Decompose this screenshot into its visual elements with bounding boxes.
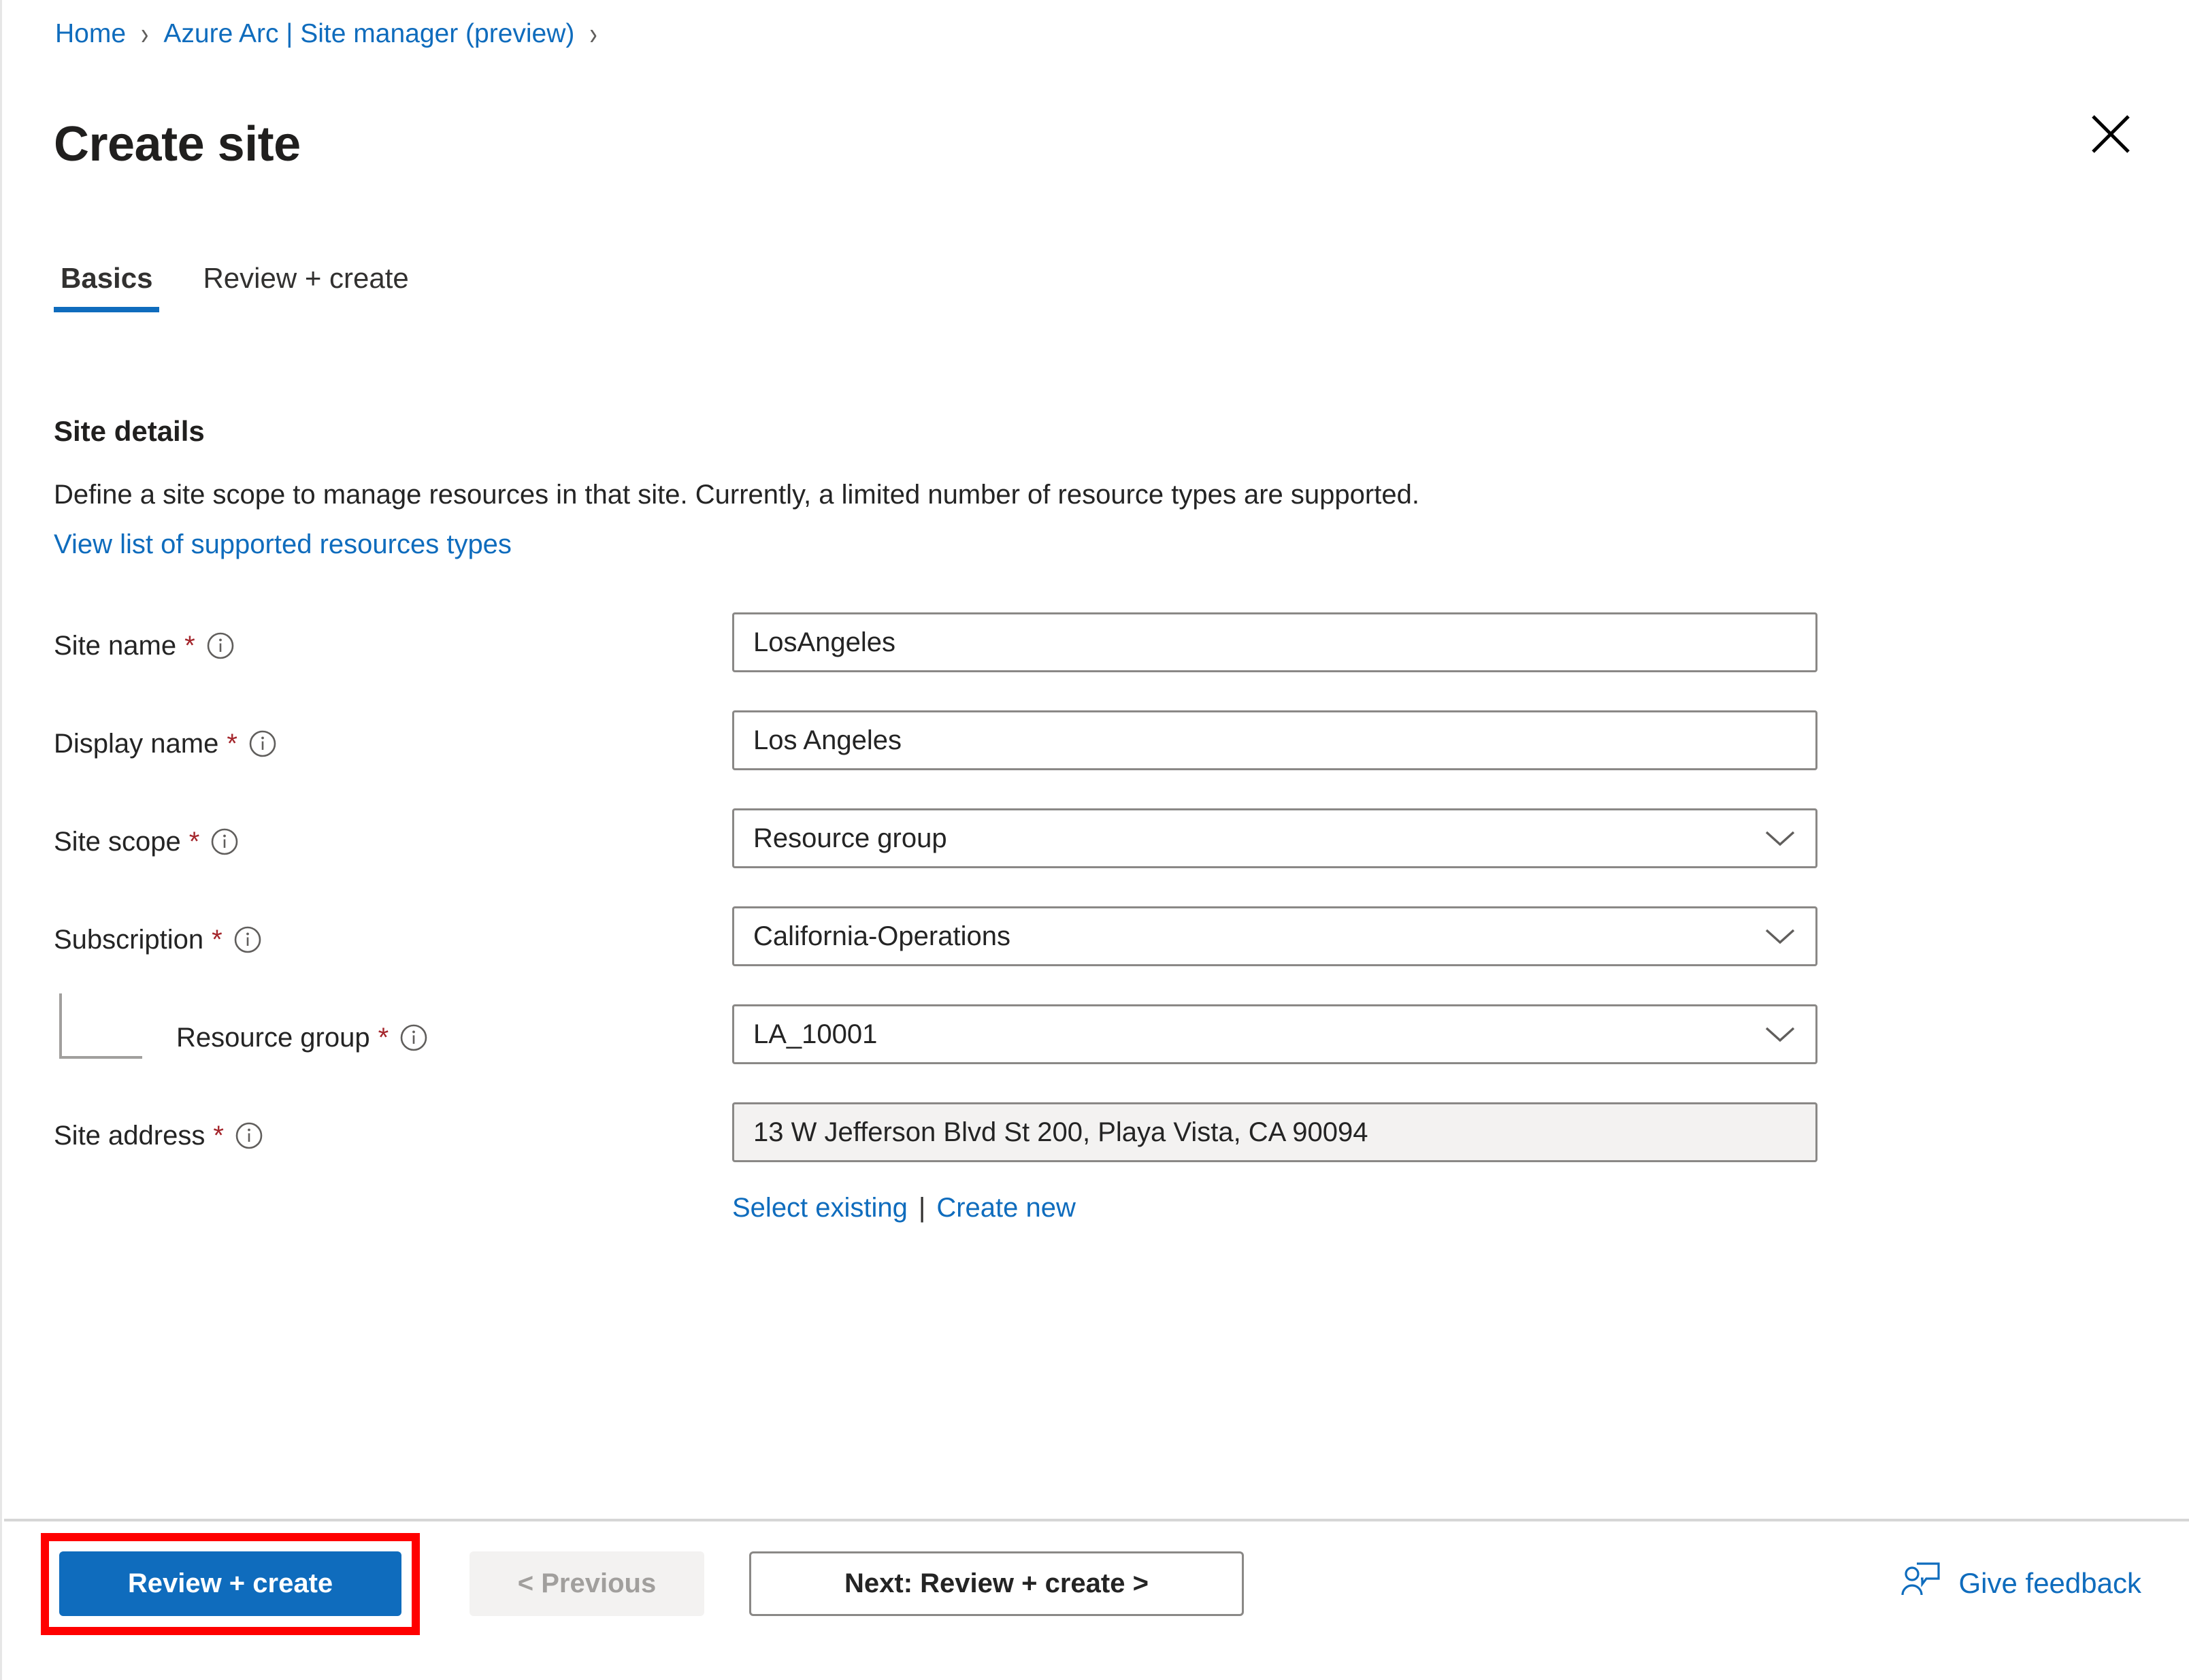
chevron-down-icon	[1764, 1024, 1796, 1044]
section-title-site-details: Site details	[54, 414, 205, 447]
required-marker: *	[188, 827, 200, 857]
breadcrumb-item-azure-arc-site-manager[interactable]: Azure Arc | Site manager (preview)	[163, 20, 574, 47]
label-site-scope: Site scope *	[54, 827, 239, 856]
site-scope-select[interactable]: Resource group	[732, 808, 1817, 868]
create-site-blade: Home › Azure Arc | Site manager (preview…	[0, 0, 2189, 1680]
required-marker: *	[212, 925, 223, 955]
give-feedback-label: Give feedback	[1958, 1567, 2142, 1599]
chevron-glyph	[1765, 929, 1795, 944]
info-glyph	[212, 828, 238, 855]
site-address-input[interactable]: 13 W Jefferson Blvd St 200, Playa Vista,…	[732, 1102, 1817, 1162]
view-supported-resource-types-link[interactable]: View list of supported resources types	[54, 531, 512, 558]
label-display-name-text: Display name	[54, 729, 219, 759]
create-new-link[interactable]: Create new	[936, 1194, 1076, 1221]
site-scope-value: Resource group	[753, 823, 947, 853]
info-icon[interactable]	[233, 925, 262, 954]
info-icon[interactable]	[248, 729, 277, 758]
resource-group-value: LA_10001	[753, 1019, 878, 1049]
person-feedback-glyph	[1900, 1562, 1940, 1596]
info-glyph	[249, 730, 276, 757]
section-description: Define a site scope to manage resources …	[54, 480, 1419, 510]
site-address-value: 13 W Jefferson Blvd St 200, Playa Vista,…	[753, 1117, 1368, 1147]
breadcrumb: Home › Azure Arc | Site manager (preview…	[55, 16, 612, 52]
label-display-name: Display name *	[54, 729, 277, 758]
form-row-site-address: Site address * 13 W Jefferson Blvd St 20…	[2, 1102, 2189, 1200]
tab-review-create[interactable]: Review + create	[196, 262, 415, 312]
required-marker: *	[378, 1023, 389, 1053]
site-name-input[interactable]: LosAngeles	[732, 612, 1817, 672]
close-glyph	[2092, 115, 2130, 153]
info-glyph	[400, 1024, 427, 1051]
info-glyph	[235, 1122, 263, 1149]
site-details-form: Site name * LosAngeles Display name * Lo…	[2, 612, 2189, 1221]
label-resource-group: Resource group *	[176, 1023, 428, 1052]
display-name-input[interactable]: Los Angeles	[732, 710, 1817, 770]
label-site-address-text: Site address	[54, 1121, 205, 1151]
form-row-display-name: Display name * Los Angeles	[2, 710, 2189, 808]
person-feedback-icon	[1900, 1561, 1943, 1606]
previous-button: < Previous	[470, 1551, 704, 1616]
breadcrumb-separator-icon: ›	[141, 16, 149, 52]
label-site-address: Site address *	[54, 1121, 263, 1150]
required-marker: *	[184, 631, 195, 661]
info-glyph	[234, 926, 261, 953]
next-review-create-button[interactable]: Next: Review + create >	[749, 1551, 1244, 1616]
info-icon[interactable]	[399, 1023, 428, 1052]
review-create-button[interactable]: Review + create	[59, 1551, 401, 1616]
info-icon[interactable]	[235, 1121, 263, 1150]
label-site-name: Site name *	[54, 631, 235, 660]
tab-list: Basics Review + create	[54, 262, 452, 312]
label-resource-group-text: Resource group	[176, 1023, 370, 1053]
chevron-down-icon	[1764, 926, 1796, 946]
link-separator: |	[918, 1193, 926, 1223]
required-marker: *	[227, 729, 237, 759]
label-subscription: Subscription *	[54, 925, 262, 954]
footer-bar: Review + create < Previous Next: Review …	[2, 1521, 2189, 1680]
info-icon[interactable]	[206, 631, 235, 660]
chevron-glyph	[1765, 1027, 1795, 1042]
display-name-value: Los Angeles	[753, 725, 902, 755]
subscription-value: California-Operations	[753, 921, 1010, 951]
info-glyph	[207, 632, 233, 659]
close-icon[interactable]	[2079, 102, 2143, 166]
chevron-glyph	[1765, 831, 1795, 846]
page-title: Create site	[54, 117, 301, 172]
select-existing-link[interactable]: Select existing	[732, 1194, 908, 1221]
chevron-down-icon	[1764, 828, 1796, 849]
resource-group-select[interactable]: LA_10001	[732, 1004, 1817, 1064]
breadcrumb-item-home[interactable]: Home	[55, 20, 126, 47]
form-row-site-name: Site name * LosAngeles	[2, 612, 2189, 710]
form-row-subscription: Subscription * California-Operations	[2, 906, 2189, 1004]
info-icon[interactable]	[210, 827, 239, 856]
label-site-scope-text: Site scope	[54, 827, 181, 857]
give-feedback-link[interactable]: Give feedback	[1900, 1561, 2142, 1606]
breadcrumb-separator-icon-2: ›	[589, 16, 597, 52]
tab-basics[interactable]: Basics	[54, 262, 160, 312]
required-marker: *	[213, 1121, 224, 1151]
site-address-links: Select existing | Create new	[732, 1194, 1076, 1221]
form-row-site-scope: Site scope * Resource group	[2, 808, 2189, 906]
site-name-value: LosAngeles	[753, 627, 896, 657]
label-subscription-text: Subscription	[54, 925, 204, 955]
subscription-select[interactable]: California-Operations	[732, 906, 1817, 966]
form-row-resource-group: Resource group * LA_10001	[2, 1004, 2189, 1102]
label-site-name-text: Site name	[54, 631, 177, 661]
